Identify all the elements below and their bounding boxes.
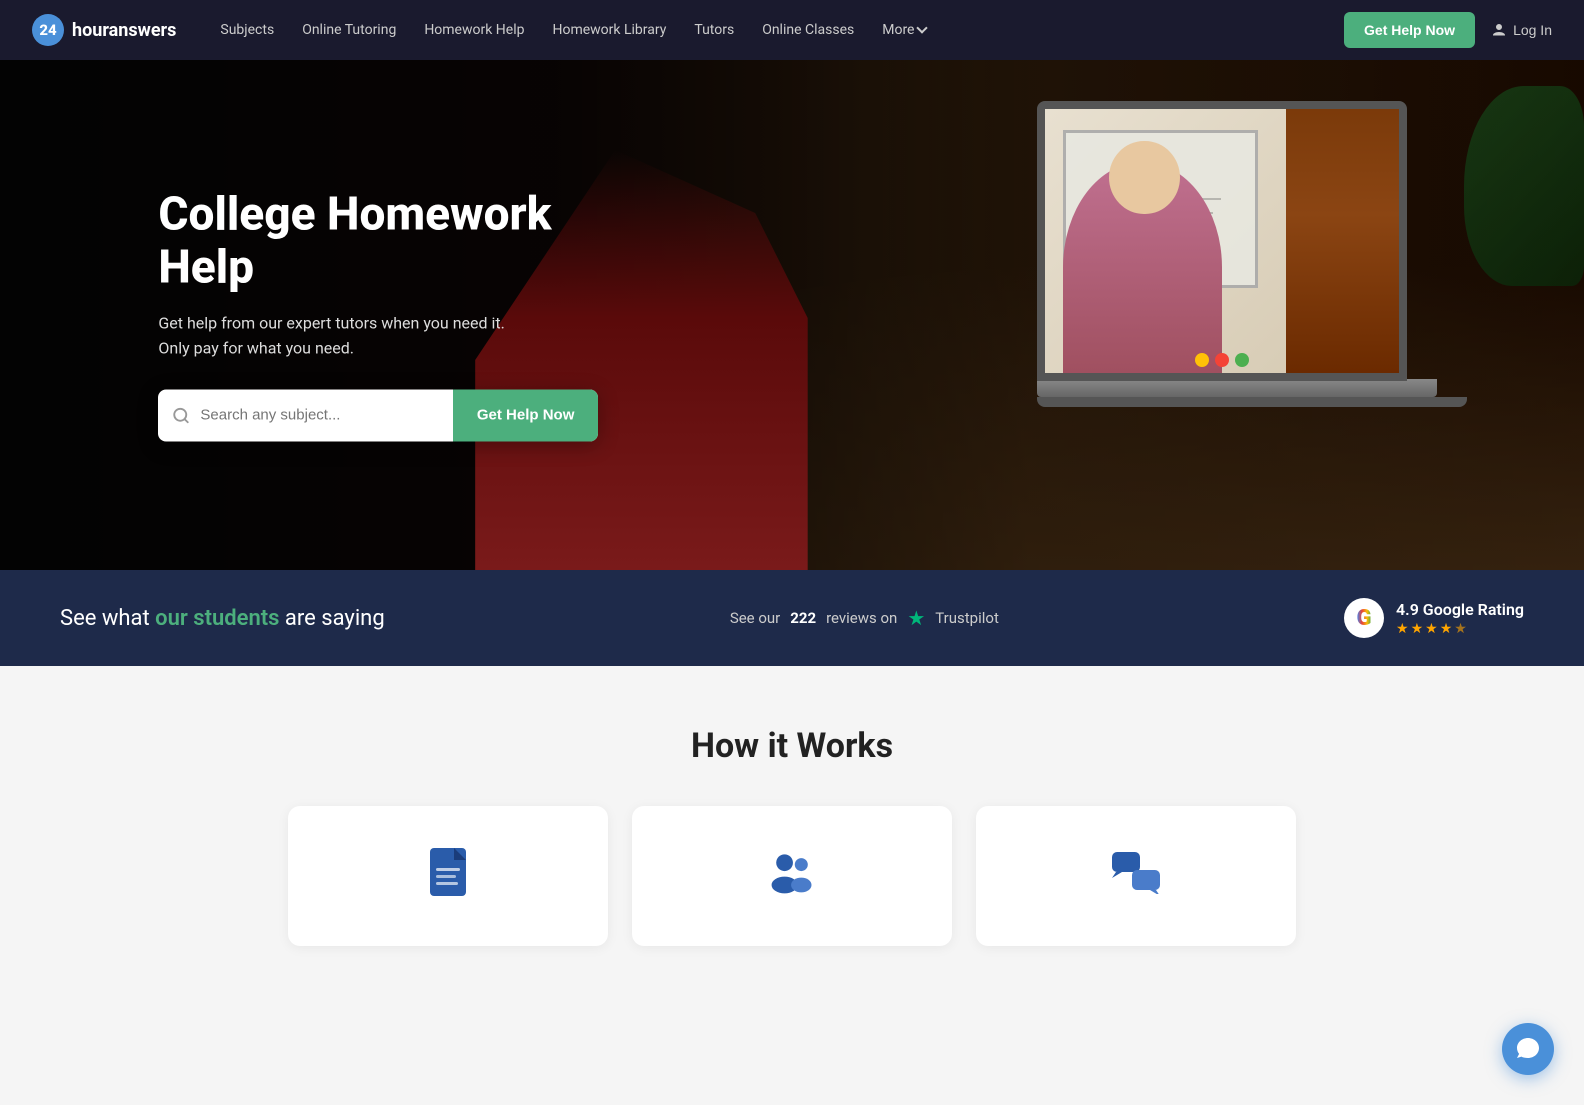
trustpilot-prefix: See our — [730, 609, 780, 627]
trustpilot-count: 222 — [790, 609, 816, 627]
laptop-base — [1037, 379, 1437, 397]
search-icon — [172, 406, 190, 424]
laptop-decoration — [1037, 101, 1457, 491]
document-icon — [422, 846, 474, 898]
nav-item-tutors[interactable]: Tutors — [682, 14, 746, 46]
hero-content: College Homework Help Get help from our … — [158, 189, 638, 442]
nav-item-homework-library[interactable]: Homework Library — [540, 14, 678, 46]
search-input[interactable] — [200, 407, 438, 424]
nav-item-more[interactable]: More — [870, 14, 938, 46]
hero-title: College Homework Help — [158, 189, 638, 295]
navbar: 24 houranswers Subjects Online Tutoring … — [0, 0, 1584, 60]
hero-get-help-button[interactable]: Get Help Now — [453, 389, 599, 441]
chat-bubbles-icon — [1110, 846, 1162, 898]
google-rating-section: G 4.9 Google Rating ★ ★ ★ ★ ★ — [1344, 598, 1524, 638]
chat-float-button[interactable] — [1502, 1023, 1554, 1075]
nav-item-subjects[interactable]: Subjects — [208, 14, 286, 46]
google-rating-text: 4.9 Google Rating — [1396, 600, 1524, 619]
laptop-screen — [1037, 101, 1407, 381]
saying-section: See what our students are saying — [60, 606, 385, 631]
nav-actions: Get Help Now Log In — [1344, 12, 1552, 48]
trustpilot-section[interactable]: See our 222 reviews on ★ Trustpilot — [730, 606, 999, 630]
trustpilot-star-icon: ★ — [907, 606, 925, 630]
logo-badge: 24 — [32, 14, 64, 46]
how-card-3 — [976, 806, 1296, 946]
star-2: ★ — [1411, 621, 1424, 637]
people-icon — [766, 846, 818, 898]
laptop-bottom — [1037, 397, 1467, 407]
google-logo: G — [1344, 598, 1384, 638]
saying-prefix: See what — [60, 606, 150, 631]
google-rating-info: 4.9 Google Rating ★ ★ ★ ★ ★ — [1396, 600, 1524, 637]
saying-highlight: our students — [155, 606, 279, 631]
login-button[interactable]: Log In — [1491, 22, 1552, 38]
nav-item-online-classes[interactable]: Online Classes — [750, 14, 866, 46]
star-4: ★ — [1440, 621, 1453, 637]
nav-links: Subjects Online Tutoring Homework Help H… — [208, 14, 1344, 46]
logo-text: houranswers — [72, 20, 176, 41]
social-proof-bar: See what our students are saying See our… — [0, 570, 1584, 666]
star-5: ★ — [1454, 621, 1467, 637]
google-stars: ★ ★ ★ ★ ★ — [1396, 621, 1524, 637]
search-bar: Get Help Now — [158, 389, 598, 441]
chat-float-icon — [1515, 1036, 1541, 1062]
search-input-wrapper — [158, 389, 452, 441]
more-chevron-icon — [917, 22, 928, 33]
hero-section: College Homework Help Get help from our … — [0, 60, 1584, 570]
nav-get-help-button[interactable]: Get Help Now — [1344, 12, 1475, 48]
hero-subtitle: Get help from our expert tutors when you… — [158, 310, 638, 361]
nav-item-online-tutoring[interactable]: Online Tutoring — [290, 14, 408, 46]
star-1: ★ — [1396, 621, 1409, 637]
logo[interactable]: 24 houranswers — [32, 14, 176, 46]
how-it-works-section: How it Works — [0, 666, 1584, 986]
cards-row — [60, 806, 1524, 946]
star-3: ★ — [1425, 621, 1438, 637]
trustpilot-suffix: reviews on — [826, 609, 897, 627]
how-card-2 — [632, 806, 952, 946]
user-icon — [1491, 22, 1507, 38]
how-card-1 — [288, 806, 608, 946]
nav-item-homework-help[interactable]: Homework Help — [412, 14, 536, 46]
trustpilot-name: Trustpilot — [935, 609, 999, 627]
how-it-works-title: How it Works — [60, 726, 1524, 766]
